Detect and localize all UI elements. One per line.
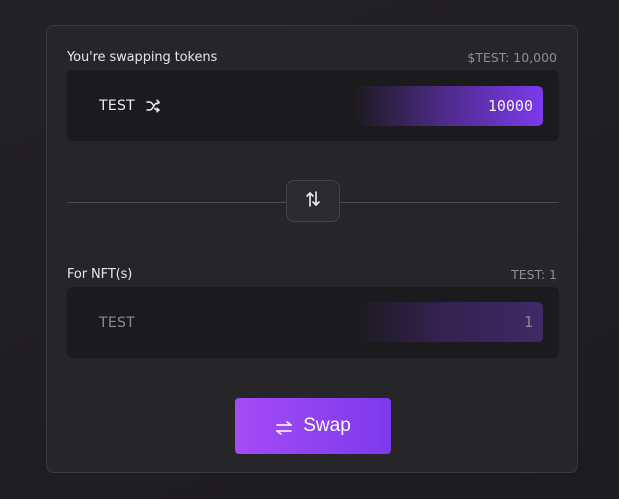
swap-button-label: Swap [303,415,351,436]
swap-card: You're swapping tokens $TEST: 10,000 TES… [46,25,578,473]
to-label-row: For NFT(s) TEST: 1 [67,267,557,282]
to-token-selector[interactable]: TEST [99,287,135,358]
to-balance: TEST: 1 [511,267,557,282]
from-token-box: TEST [67,70,559,141]
swap-horizontal-arrows-icon [275,419,293,435]
swap-vertical-arrows-icon [305,190,321,212]
to-amount-field[interactable] [353,302,543,342]
swap-button[interactable]: Swap [235,398,391,454]
to-token-box: TEST [67,287,559,358]
to-token-name: TEST [99,314,136,331]
page: You're swapping tokens $TEST: 10,000 TES… [0,0,619,499]
from-label-row: You're swapping tokens $TEST: 10,000 [67,50,557,65]
from-amount-input[interactable] [353,96,535,116]
from-token-selector[interactable]: TEST [99,70,161,141]
switch-direction-button[interactable] [286,180,340,222]
from-token-name: TEST [99,97,136,114]
from-amount-field[interactable] [353,86,543,126]
to-amount-input[interactable] [353,312,535,332]
to-label: For NFT(s) [67,267,133,282]
from-balance: $TEST: 10,000 [467,50,557,65]
shuffle-icon[interactable] [145,98,161,114]
from-label: You're swapping tokens [67,50,218,65]
